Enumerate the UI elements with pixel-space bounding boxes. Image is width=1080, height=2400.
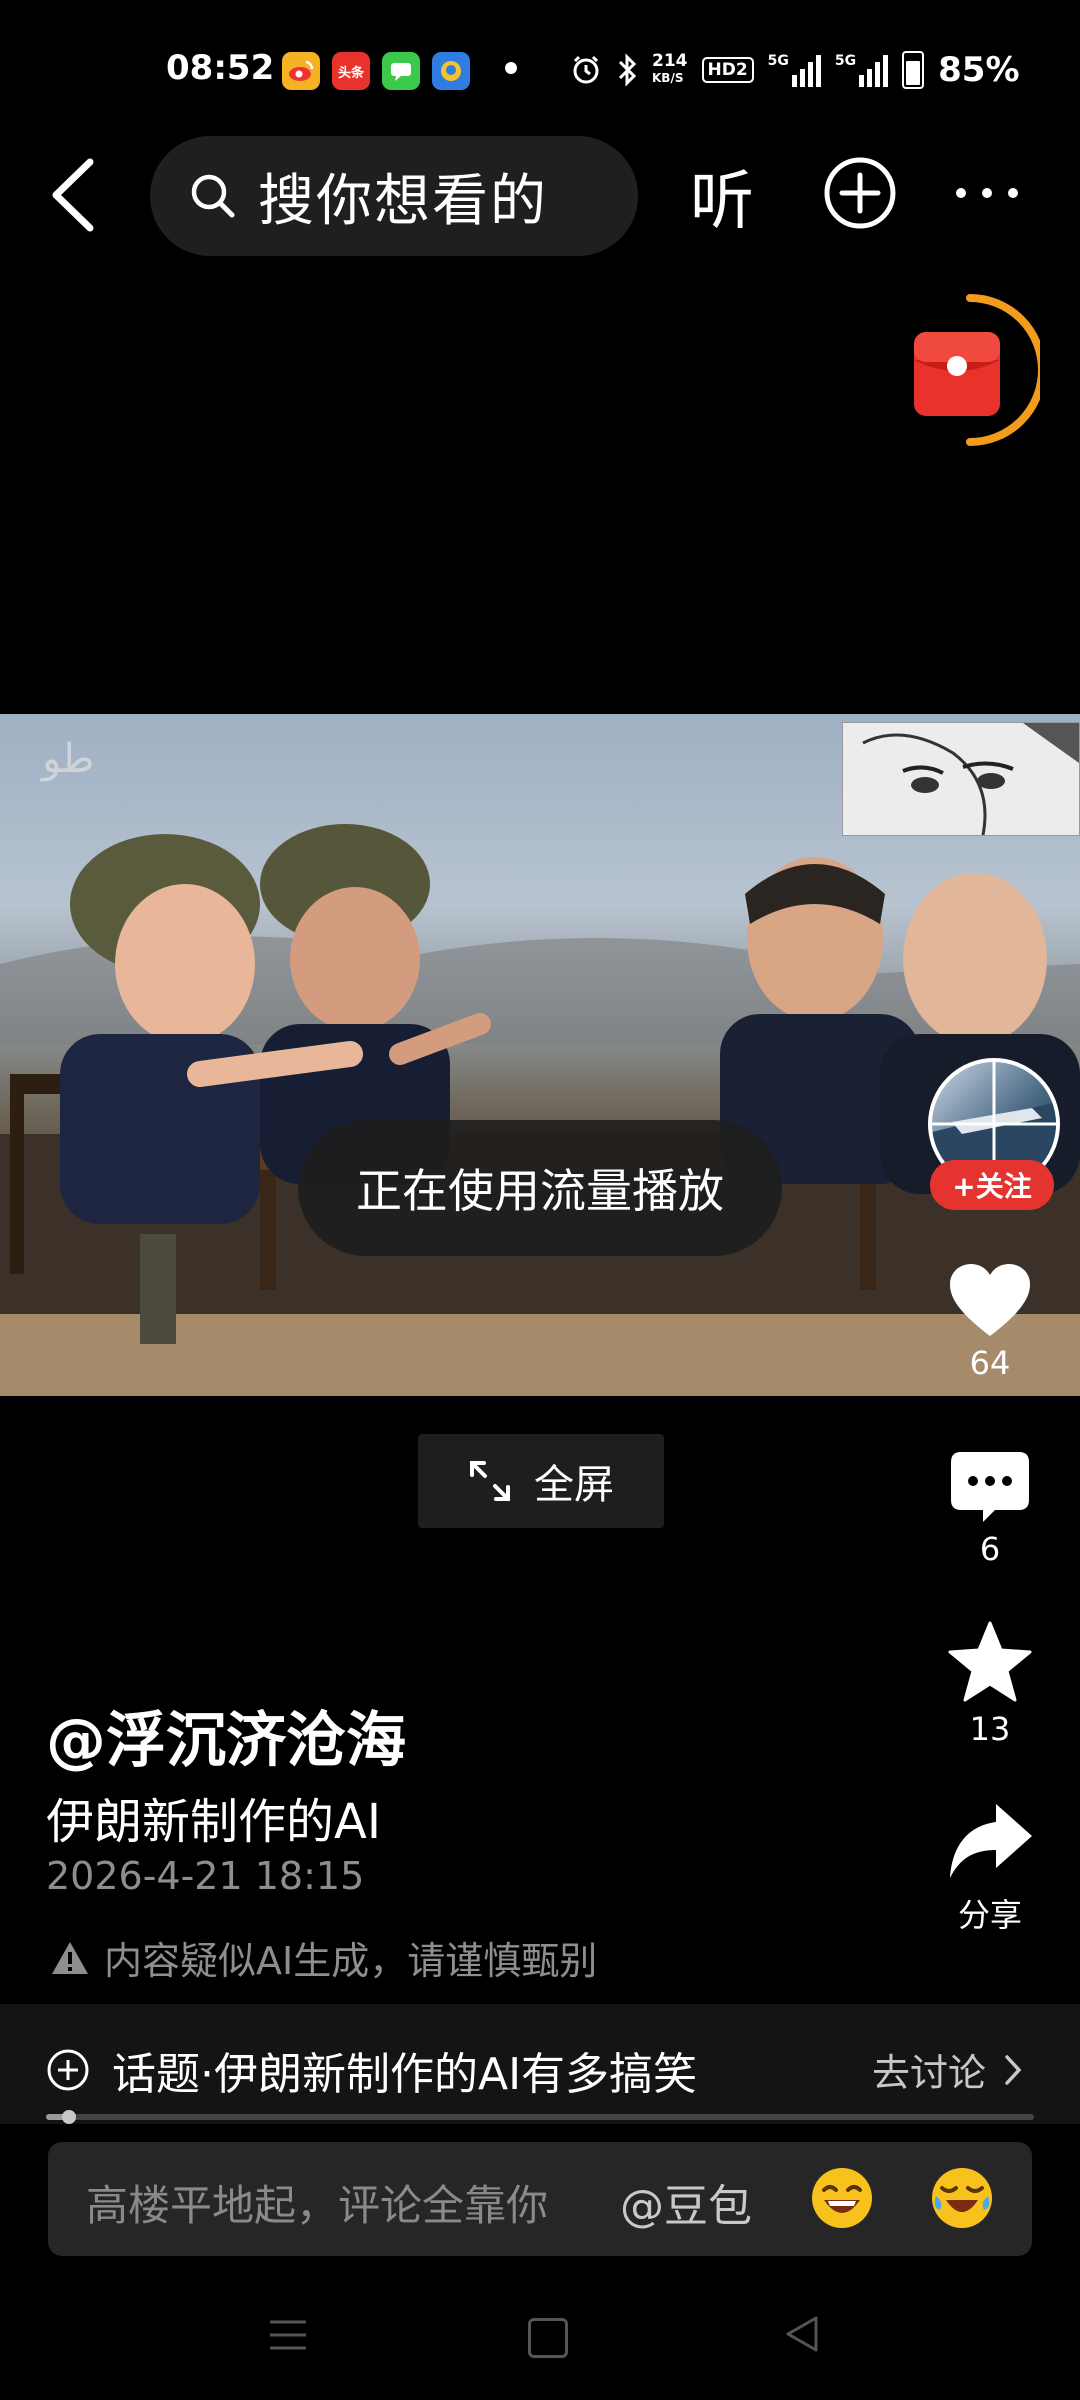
- back-nav-icon[interactable]: [782, 2314, 822, 2354]
- comment-placeholder: 高楼平地起，评论全靠你: [86, 2181, 549, 2230]
- messages-icon: [382, 52, 420, 90]
- share-button[interactable]: 分享: [920, 1800, 1060, 1936]
- star-icon: [948, 1621, 1032, 1702]
- comment-button[interactable]: 6: [920, 1450, 1060, 1568]
- chevron-right-icon: [1005, 2054, 1022, 2085]
- add-topic-icon: [47, 2049, 89, 2091]
- post-title: 伊朗新制作的AI: [46, 1794, 381, 1850]
- fullscreen-label: 全屏: [534, 1462, 614, 1508]
- ai-notice-text: 内容疑似AI生成，请谨慎甄别: [104, 1939, 598, 1983]
- video-progress-bar[interactable]: [46, 2110, 1034, 2124]
- red-packet-icon[interactable]: [900, 290, 1040, 450]
- mention-doubao-button[interactable]: @豆包: [620, 2170, 752, 2234]
- laughing-emoji-icon[interactable]: [810, 2166, 874, 2230]
- manga-thumbnail: [842, 722, 1080, 836]
- svg-text:ﻃﻮ: ﻃﻮ: [40, 736, 95, 782]
- add-icon[interactable]: [822, 155, 898, 231]
- ai-notice: 内容疑似AI生成，请谨慎甄别: [50, 1930, 597, 1985]
- post-date: 2026-4-21 18:15: [46, 1854, 365, 1898]
- search-icon: [191, 174, 235, 218]
- app-badge-icon: [432, 52, 470, 90]
- listen-button[interactable]: 听: [690, 150, 754, 242]
- progress-handle[interactable]: [61, 2110, 76, 2124]
- status-time: 08:52: [166, 48, 275, 88]
- alarm-icon: [573, 55, 599, 84]
- toutiao-icon: 头条: [332, 52, 370, 90]
- more-notifications-dot: [505, 62, 517, 74]
- heart-icon: [950, 1264, 1030, 1336]
- author-name[interactable]: @浮沉济沧海: [46, 1692, 406, 1779]
- favorite-count: 13: [969, 1710, 1011, 1748]
- network-notice: 正在使用流量播放: [298, 1120, 782, 1256]
- battery-icon: [902, 51, 925, 89]
- discuss-label: 去讨论: [872, 2051, 987, 2095]
- home-icon[interactable]: [528, 2318, 568, 2358]
- hd-voice-badge: HD2: [701, 57, 754, 83]
- notification-icons: 头条: [282, 52, 470, 90]
- network-speed: 214 KB/S: [652, 51, 688, 86]
- like-button[interactable]: 64: [920, 1262, 1060, 1382]
- signal-icon: 5G: [768, 53, 821, 87]
- signal-icon: 5G: [835, 53, 889, 87]
- search-placeholder: 搜你想看的: [258, 168, 548, 234]
- share-label: 分享: [957, 1896, 1022, 1934]
- follow-button[interactable]: +关注: [930, 1160, 1054, 1210]
- share-icon: [950, 1804, 1032, 1878]
- battery-percent: 85%: [938, 50, 1020, 90]
- back-icon[interactable]: [40, 150, 110, 240]
- menu-icon[interactable]: [268, 2318, 308, 2352]
- expand-icon: [470, 1461, 510, 1501]
- like-count: 64: [969, 1344, 1011, 1382]
- weibo-icon: [282, 52, 320, 90]
- warning-icon: [52, 1941, 88, 1974]
- favorite-button[interactable]: 13: [920, 1620, 1060, 1748]
- topic-link[interactable]: 话题·伊朗新制作的AI有多搞笑: [46, 2038, 697, 2102]
- fullscreen-button[interactable]: 全屏: [418, 1434, 664, 1528]
- crying-laughing-emoji-icon[interactable]: [930, 2166, 994, 2230]
- comment-count: 6: [979, 1530, 1001, 1568]
- more-icon[interactable]: [956, 188, 1018, 198]
- comment-icon: [951, 1452, 1029, 1522]
- discuss-button[interactable]: 去讨论: [872, 2042, 1022, 2097]
- topic-label: 话题·伊朗新制作的AI有多搞笑: [112, 2049, 698, 2100]
- bluetooth-icon: [618, 53, 637, 87]
- status-indicators: 214 KB/S HD2 5G 5G 85%: [570, 50, 1020, 90]
- search-input[interactable]: 搜你想看的: [150, 136, 638, 256]
